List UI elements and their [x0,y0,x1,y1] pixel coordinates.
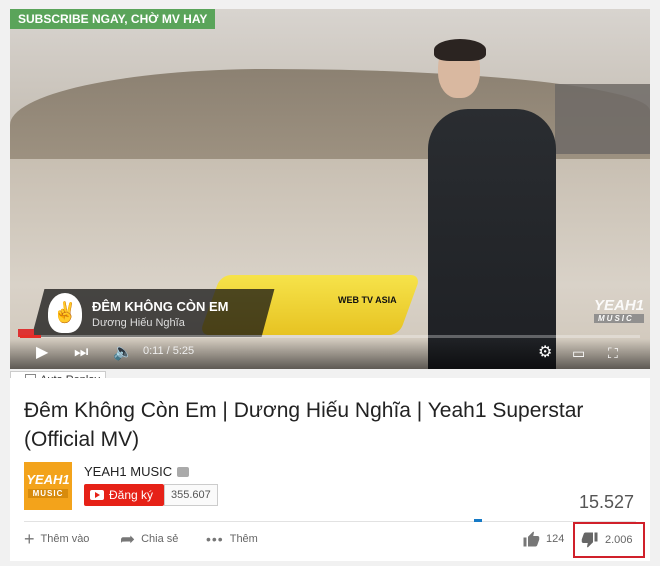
channel-avatar[interactable]: YEAH1 MUSIC [24,462,72,510]
video-player[interactable]: SUBSCRIBE NGAY, CHỜ MV HAY ✌ ĐÊM KHÔNG C… [10,9,650,369]
thumbs-up-icon [523,531,540,547]
play-icon[interactable]: ▶ [36,343,48,363]
plus-icon: + [24,529,35,549]
subscribe-banner: SUBSCRIBE NGAY, CHỜ MV HAY [10,9,216,29]
page: SUBSCRIBE NGAY, CHỜ MV HAY ✌ ĐÊM KHÔNG C… [0,0,660,566]
view-count: 15.527 [578,492,634,512]
channel-name[interactable]: YEAH1 MUSIC [84,464,190,479]
progress-fill [20,335,42,338]
like-button[interactable]: 124 [522,530,564,548]
dislike-button[interactable]: 2.006 [573,522,645,558]
subscribe-label: Đăng ký [109,488,154,502]
divider [24,521,636,522]
add-to-button[interactable]: + Thêm vào [24,530,89,548]
lower-third-song-title: ĐÊM KHÔNG CÒN EM [92,299,229,314]
yeah1-watermark: YEAH1 MUSIC [594,297,645,323]
watermark-text: YEAH1 [594,297,645,314]
subscriber-count: 355.607 [164,484,218,506]
verified-icon [177,466,190,477]
add-to-label: Thêm vào [40,533,90,545]
more-dots-icon: ••• [206,531,224,547]
progress-bar[interactable] [20,335,640,338]
player-controls: ▶ ⏭ 🔈 0:11 / 5:25 ⚙ ▭ ⛶ [10,339,650,369]
gear-hd-icon[interactable]: ⚙ [538,343,552,363]
time-display: 0:11 / 5:25 [143,345,195,357]
channel-avatar-text: YEAH1 [26,472,70,487]
channel-avatar-subtext: MUSIC [28,489,68,498]
share-label: Chia sẻ [141,533,179,545]
more-button[interactable]: ••• Thêm [206,530,258,548]
video-frame-singer [428,109,556,369]
webtv-asia-logo: WEB TV ASIA [338,295,397,305]
lower-third-artist: Dương Hiếu Nghĩa [92,317,185,329]
youtube-logo-icon [90,490,104,500]
volume-icon[interactable]: 🔈 [113,343,133,363]
video-title: Đêm Không Còn Em | Dương Hiếu Nghĩa | Ye… [24,399,584,451]
video-frame-wall [555,84,650,154]
video-info-panel: Đêm Không Còn Em | Dương Hiếu Nghĩa | Ye… [10,378,650,561]
more-label: Thêm [229,533,258,545]
share-arrow-icon: ➦ [120,529,136,549]
thumbs-down-icon [581,532,598,548]
next-icon[interactable]: ⏭ [74,343,88,363]
dislike-count: 2.006 [605,534,633,546]
theater-icon[interactable]: ▭ [572,343,585,363]
sentiment-bar-mark [474,519,482,522]
channel-name-text: YEAH1 MUSIC [84,464,173,479]
rock-hand-logo-icon: ✌ [48,293,82,333]
watermark-subtext: MUSIC [594,314,645,323]
fullscreen-icon[interactable]: ⛶ [608,343,618,363]
subscribe-button[interactable]: Đăng ký [84,484,164,506]
share-button[interactable]: ➦ Chia sẻ [120,530,178,548]
video-frame-singer-hair [434,39,486,61]
like-count: 124 [546,533,565,545]
